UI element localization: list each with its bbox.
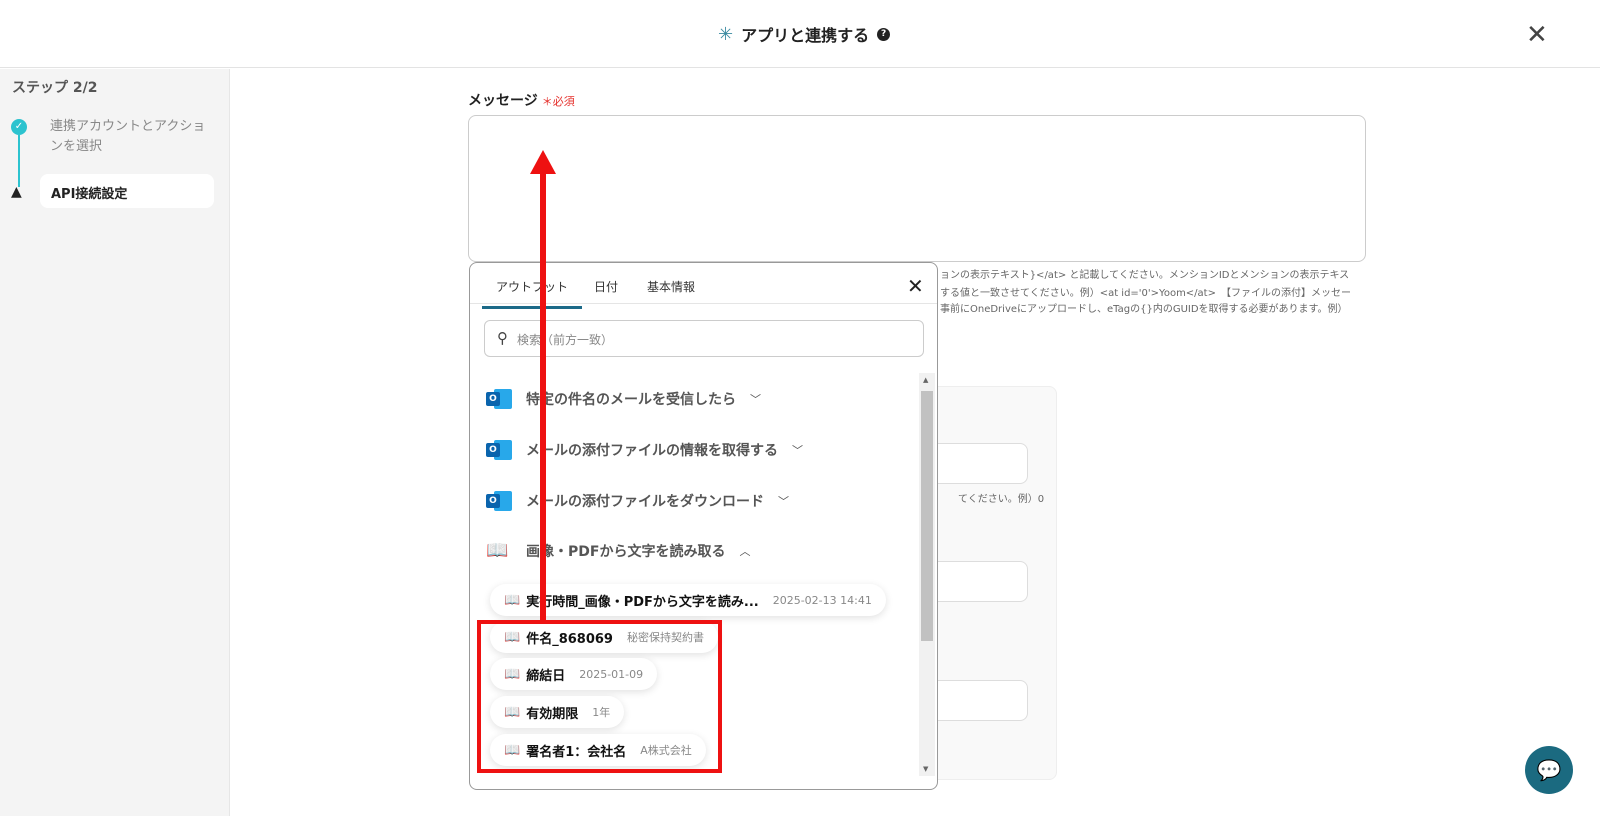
step-2-label[interactable]: API接続設定 [40, 174, 214, 208]
output-item[interactable]: 📖 実行時間_画像・PDFから文字を読み... 2025-02-13 14:41 [490, 584, 886, 616]
annotation-arrow-head [530, 150, 556, 174]
output-item[interactable]: 📖 件名_868069 秘密保持契約書 [490, 621, 718, 653]
tab-date[interactable]: 日付 [594, 278, 618, 295]
chevron-down-icon: ﹀ [750, 393, 761, 406]
help-text-line: ョンの表示テキスト}</at> と記載してください。メンションIDとメンションの… [940, 270, 1350, 281]
book-icon: 📖 [504, 666, 521, 682]
title-text: アプリと連携する [741, 26, 870, 45]
check-icon: ✓ [11, 119, 27, 135]
output-item[interactable]: 📖 有効期限 1年 [490, 696, 625, 728]
chevron-down-icon: ﹀ [778, 495, 789, 508]
step-counter: ステップ 2/2 [12, 80, 98, 96]
output-item[interactable]: 📖 締結日 2025-01-09 [490, 658, 658, 690]
book-icon: 📖 [504, 742, 521, 758]
tab-output[interactable]: アウトプット [482, 278, 583, 309]
ocr-book-icon: 📖 [486, 540, 509, 561]
step-1-label[interactable]: 連携アカウントとアクションを選択 [50, 117, 210, 157]
chevron-up-icon: ︿ [739, 544, 751, 558]
step-sidebar: ステップ 2/2 ✓ 連携アカウントとアクションを選択 ▲ API接続設定 [0, 69, 230, 816]
chevron-down-icon: ﹀ [792, 444, 803, 457]
annotation-arrow-shaft [540, 172, 546, 620]
outlook-icon: O [486, 489, 512, 513]
book-icon: 📖 [504, 704, 521, 720]
dialog-title: ✳ アプリと連携する ? [718, 22, 891, 46]
book-icon: 📖 [504, 592, 521, 608]
group-header[interactable]: 📖 画像・PDFから文字を読み取る ︿ [486, 540, 750, 561]
book-icon: 📖 [504, 629, 521, 645]
search-placeholder: 検索（前方一致） [517, 333, 614, 347]
warning-icon: ▲ [11, 184, 22, 200]
background-help: てください。例）0 [958, 494, 1045, 505]
group-header[interactable]: O 特定の件名のメールを受信したら ﹀ [486, 387, 761, 411]
required-badge: ＊必須 [541, 95, 575, 108]
help-icon[interactable]: ? [877, 27, 891, 41]
search-icon: ⚲ [497, 329, 508, 347]
close-popup-button[interactable]: ✕ [907, 274, 924, 298]
outlook-icon: O [486, 387, 512, 411]
integration-icon: ✳ [718, 23, 734, 45]
group-header[interactable]: O メールの添付ファイルをダウンロード ﹀ [486, 489, 789, 513]
output-item[interactable]: 📖 署名者1：会社名 A株式会社 [490, 734, 706, 766]
scrollbar-thumb[interactable] [921, 391, 933, 641]
chat-support-button[interactable]: 💬 [1525, 746, 1573, 794]
message-textarea[interactable] [468, 115, 1366, 262]
group-header[interactable]: O メールの添付ファイルの情報を取得する ﹀ [486, 438, 803, 462]
outlook-icon: O [486, 438, 512, 462]
tab-basic-info[interactable]: 基本情報 [647, 278, 695, 295]
scrollbar[interactable]: ▲ ▼ [919, 373, 935, 776]
help-text-line: 事前にOneDriveにアップロードし、eTagの{}内のGUIDを取得する必要… [940, 304, 1348, 315]
message-label: メッセージ ＊必須 [468, 93, 575, 109]
step-connector [18, 135, 20, 187]
header: ✳ アプリと連携する ? ✕ [0, 0, 1600, 68]
help-text-line: する値と一致させてください。例）<at id='0'>Yoom</at> 【ファ… [940, 288, 1351, 299]
search-input[interactable]: ⚲ 検索（前方一致） [484, 320, 924, 357]
close-dialog-button[interactable]: ✕ [1526, 20, 1548, 50]
